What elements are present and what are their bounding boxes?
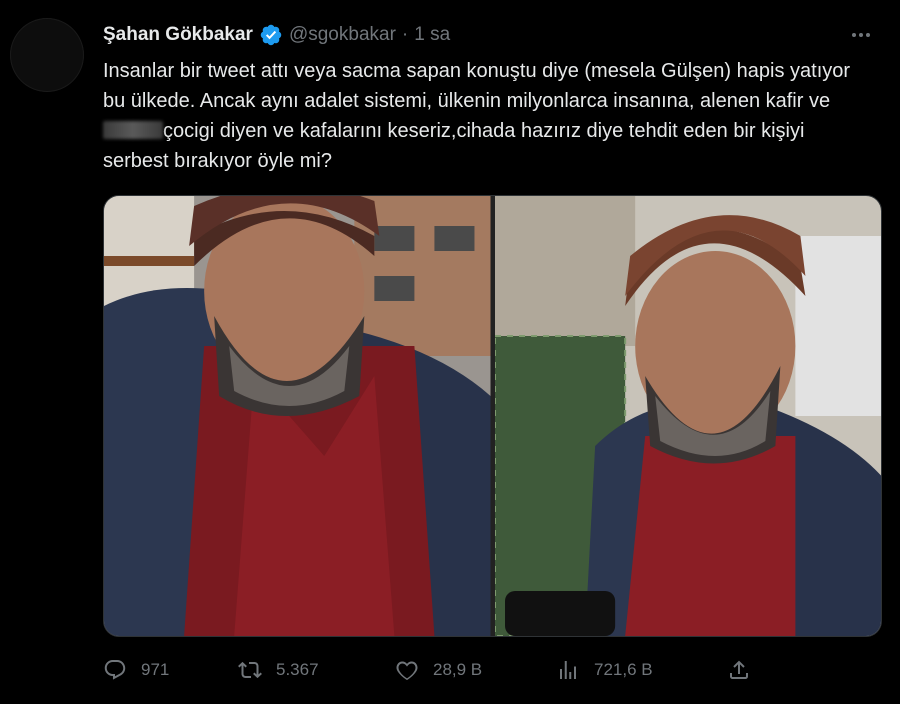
reply-icon [104,660,126,680]
author-avatar[interactable] [10,18,84,92]
retweet-icon [238,661,262,679]
tweet-text-part1: Insanlar bir tweet attı veya sacma sapan… [103,60,851,112]
tweet-actions: 971 5.367 28,9 B 721,6 B [103,652,763,688]
retweet-count: 5.367 [276,660,319,679]
heart-icon [396,661,418,681]
tweet-card[interactable]: Şahan Gökbakar @sgokbakar · 1 sa Insanla… [0,0,900,704]
views-count: 721,6 B [594,660,653,679]
media-photo-left[interactable] [104,196,491,636]
like-count: 28,9 B [433,660,483,679]
separator-dot: · [401,24,409,45]
redacted-word [103,121,163,139]
author-handle[interactable]: @sgokbakar [289,24,396,46]
tweet-text: Insanlar bir tweet attı veya sacma sapan… [103,56,873,176]
media-photo-right[interactable] [494,196,881,636]
views-icon [560,661,576,679]
share-icon [730,660,748,679]
more-icon[interactable] [846,20,876,50]
retweet-button[interactable]: 5.367 [238,658,319,682]
author-name[interactable]: Şahan Gökbakar [103,24,253,46]
reply-count: 971 [141,660,170,679]
tweet-media[interactable] [103,195,882,637]
share-button[interactable] [727,658,765,682]
verified-badge-icon [259,23,283,47]
like-button[interactable]: 28,9 B [395,658,482,682]
tweet-header: Şahan Gökbakar @sgokbakar · 1 sa [103,22,450,48]
reply-button[interactable]: 971 [103,658,169,682]
tweet-timestamp[interactable]: 1 sa [414,24,450,46]
views-button[interactable]: 721,6 B [556,658,653,682]
tweet-text-part2: çocigi diyen ve kafalarını keseriz,cihad… [103,120,805,172]
